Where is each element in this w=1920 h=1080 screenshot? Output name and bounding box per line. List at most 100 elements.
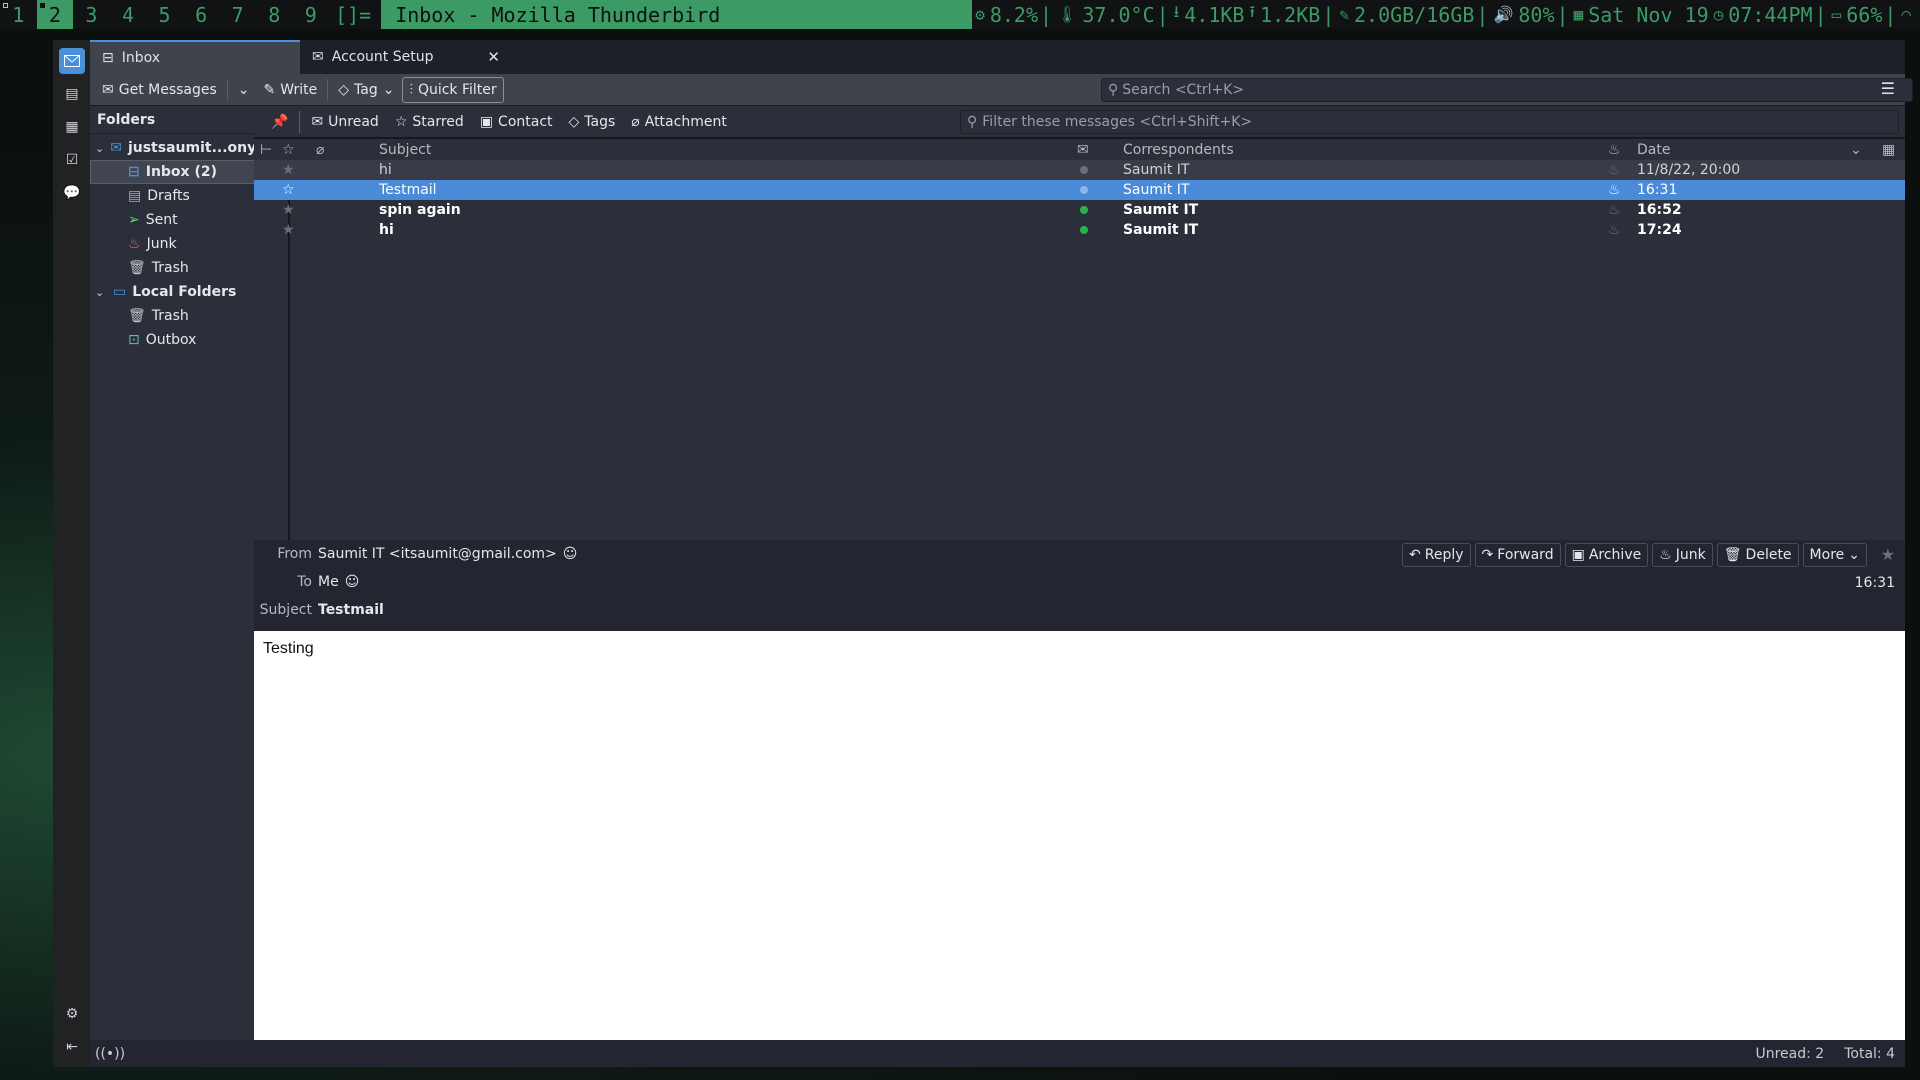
delete-button[interactable]: 🗑 Delete	[1716, 543, 1799, 567]
folder-label: Outbox	[145, 332, 197, 348]
date-column-header[interactable]: Date	[1637, 142, 1670, 158]
filter-unread-button[interactable]: ✉ Unread	[304, 111, 385, 133]
workspace-label: 4	[121, 2, 134, 27]
button-label: Reply	[1424, 547, 1464, 563]
workspace-9[interactable]: 9	[293, 0, 330, 29]
sort-chevron-icon[interactable]: ⌄	[1850, 142, 1862, 158]
pencil-icon: ✎	[263, 81, 276, 98]
collapse-spaces-button[interactable]: ⇤	[59, 1034, 85, 1060]
mail-icon: ✉	[312, 49, 324, 65]
calendar-button[interactable]: ▦	[59, 114, 85, 140]
thread-column-icon[interactable]: ⊢	[260, 142, 272, 158]
chevron-down-icon[interactable]: ⌄	[95, 286, 107, 299]
star-message-button[interactable]: ★	[1881, 545, 1895, 564]
quick-filter-bar: 📌 ✉ Unread ☆ Starred ▣ Contact ◇ Tags ⌀ Attac…	[254, 106, 1905, 139]
workspace-7[interactable]: 7	[219, 0, 256, 29]
close-tab-button[interactable]: ✕	[487, 48, 500, 66]
from-line: From Saumit IT <itsaumit@gmail.com> ☺	[254, 546, 577, 562]
global-search-input[interactable]: ⚲ Search <Ctrl+K>	[1101, 78, 1913, 102]
contact-icon[interactable]: ☺	[345, 574, 360, 590]
button-label: Quick Filter	[417, 81, 497, 98]
read-status-column-icon[interactable]: ✉	[1077, 142, 1089, 158]
workspace-3[interactable]: 3	[73, 0, 110, 29]
address-book-button[interactable]: ▤	[59, 81, 85, 107]
junk-status-icon[interactable]: ♨	[1608, 182, 1621, 198]
message-row-selected[interactable]: ☆ Testmail Saumit IT ♨ 16:31	[254, 180, 1905, 200]
message-row[interactable]: ★ hi Saumit IT ♨ 17:24	[254, 220, 1905, 240]
correspondents-column-header[interactable]: Correspondents	[1123, 142, 1234, 158]
tag-button[interactable]: ◇ Tag ⌄	[332, 77, 400, 103]
trash-icon: 🗑	[1723, 547, 1742, 563]
more-button[interactable]: More ⌄	[1802, 543, 1867, 567]
button-label: Delete	[1745, 547, 1792, 563]
cpu-icon: ⚙	[975, 5, 985, 24]
filter-attachment-button[interactable]: ⌀ Attachment	[624, 111, 734, 133]
attachment-column-icon[interactable]: ⌀	[316, 142, 324, 158]
junk-status-icon[interactable]: ♨	[1608, 222, 1621, 238]
workspace-1[interactable]: 1	[0, 0, 37, 29]
filter-messages-input[interactable]: ⚲ Filter these messages <Ctrl+Shift+K>	[960, 110, 1899, 134]
star-icon[interactable]: ★	[282, 202, 295, 218]
workspace-4[interactable]: 4	[110, 0, 147, 29]
button-label: Unread	[328, 113, 379, 130]
get-messages-button[interactable]: ✉ Get Messages	[96, 77, 223, 103]
junk-button[interactable]: ♨ Junk	[1652, 543, 1713, 567]
account-icon: ✉	[110, 140, 122, 156]
subject-column-header[interactable]: Subject	[379, 142, 431, 158]
tab-label: Inbox	[121, 50, 161, 66]
message-header: From Saumit IT <itsaumit@gmail.com> ☺ To Me…	[254, 540, 1905, 631]
read-status-icon[interactable]	[1080, 166, 1088, 174]
mail-space-button[interactable]	[59, 48, 85, 74]
volume-icon: 🔊	[1493, 5, 1514, 24]
column-picker-icon[interactable]: ▦	[1882, 142, 1895, 158]
tab-inbox[interactable]: ⊟ Inbox	[90, 40, 300, 74]
message-row[interactable]: ★ hi Saumit IT ♨ 11/8/22, 20:00	[254, 160, 1905, 180]
workspace-5[interactable]: 5	[146, 0, 183, 29]
window-title: Inbox - Mozilla Thunderbird	[381, 0, 973, 29]
sticky-filter-toggle[interactable]: 📌	[264, 111, 295, 133]
filter-tags-button[interactable]: ◇ Tags	[562, 111, 623, 133]
junk-status-icon[interactable]: ♨	[1608, 202, 1621, 218]
reply-button[interactable]: ↶ Reply	[1402, 543, 1471, 567]
to-value[interactable]: Me	[318, 574, 339, 590]
forward-button[interactable]: ↷ Forward	[1474, 543, 1561, 567]
star-icon[interactable]: ★	[282, 222, 295, 238]
star-icon[interactable]: ★	[282, 162, 295, 178]
write-button[interactable]: ✎ Write	[258, 77, 324, 103]
junk-column-icon[interactable]: ♨	[1608, 142, 1621, 158]
subject-label: Subject	[259, 602, 312, 618]
archive-button[interactable]: ▣ Archive	[1564, 543, 1649, 567]
workspace-8[interactable]: 8	[256, 0, 293, 29]
junk-status-icon[interactable]: ♨	[1608, 162, 1621, 178]
wifi-icon: ◠	[1901, 5, 1912, 24]
settings-button[interactable]: ⚙	[59, 1001, 85, 1027]
chat-button[interactable]: 💬	[59, 180, 85, 206]
workspace-2[interactable]: 2	[36, 0, 74, 29]
star-column-icon[interactable]: ☆	[282, 142, 295, 158]
contact-icon[interactable]: ☺	[563, 546, 578, 562]
workspace-label: 6	[195, 2, 208, 27]
unread-status-icon[interactable]	[1080, 206, 1088, 214]
read-status-icon[interactable]	[1080, 186, 1088, 194]
chevron-down-icon[interactable]: ⌄	[95, 142, 104, 155]
layout-indicator[interactable]: []=	[329, 3, 381, 27]
quick-filter-button[interactable]: ⫶ Quick Filter	[402, 76, 504, 103]
app-menu-button[interactable]: ☰	[1881, 79, 1895, 98]
star-icon[interactable]: ☆	[282, 182, 295, 198]
search-placeholder: Search <Ctrl+K>	[1122, 82, 1245, 98]
get-messages-dropdown[interactable]: ⌄	[232, 77, 256, 103]
unread-status-icon[interactable]	[1080, 226, 1088, 234]
subject-value: Testmail	[318, 602, 384, 618]
workspace-6[interactable]: 6	[183, 0, 220, 29]
tasks-button[interactable]: ☑	[59, 147, 85, 173]
filter-contact-button[interactable]: ▣ Contact	[473, 111, 560, 133]
workspace-label: 8	[268, 2, 281, 27]
temperature: 37.0°C	[1082, 2, 1155, 27]
online-status-icon[interactable]: ((•))	[95, 1046, 125, 1062]
button-label: Starred	[412, 113, 464, 130]
filter-starred-button[interactable]: ☆ Starred	[388, 111, 471, 133]
from-value[interactable]: Saumit IT <itsaumit@gmail.com>	[318, 546, 557, 562]
message-row[interactable]: ★ spin again Saumit IT ♨ 16:52	[254, 200, 1905, 220]
workspace-label: 2	[48, 2, 61, 27]
tab-account-setup[interactable]: ✉ Account Setup ✕	[300, 40, 510, 74]
